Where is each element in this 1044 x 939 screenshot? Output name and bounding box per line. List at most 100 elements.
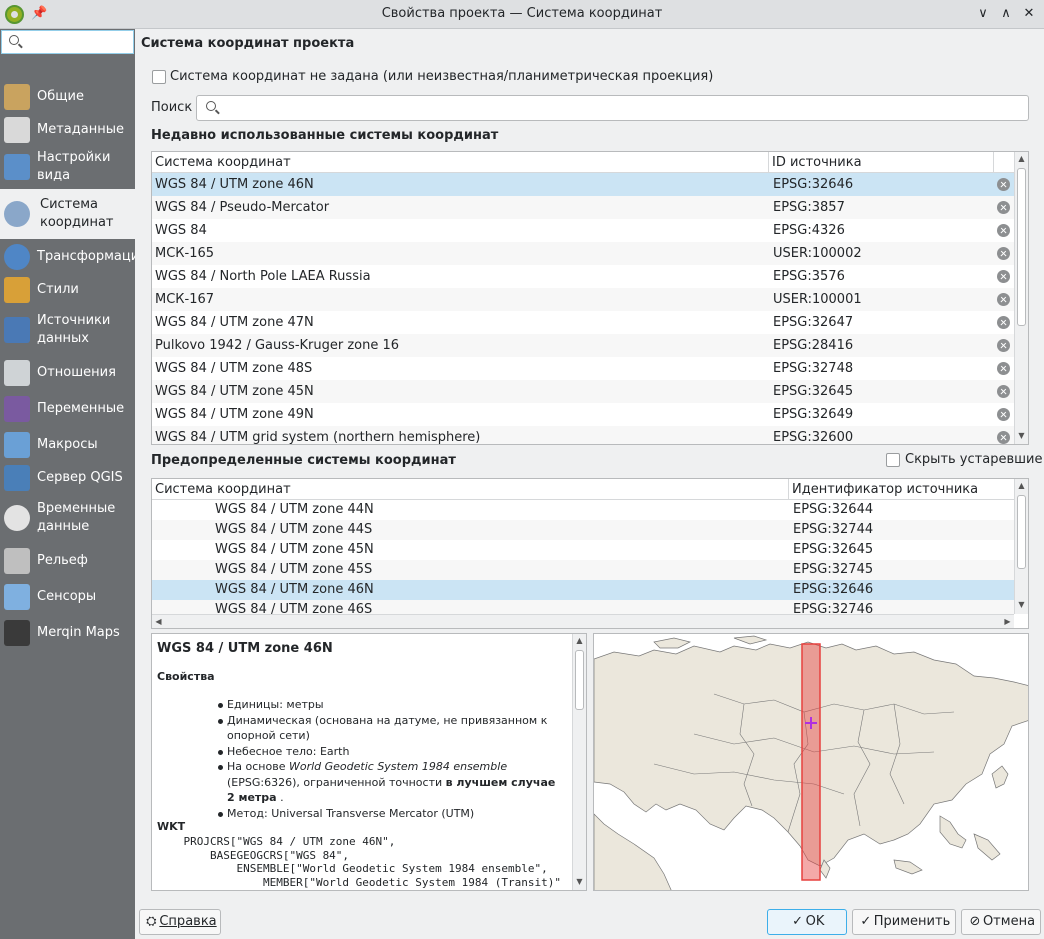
table-row[interactable]: WGS 84 / Pseudo-Mercator EPSG:3857 xyxy=(152,196,1014,219)
cancel-button[interactable]: ⊘ Отмена xyxy=(961,909,1041,935)
table-row[interactable]: WGS 84 / UTM grid system (northern hemis… xyxy=(152,426,1014,444)
details-scrollbar[interactable]: ▲ ▼ xyxy=(572,634,586,890)
sidebar-item-14[interactable]: Merqin Maps xyxy=(0,615,135,651)
apply-button[interactable]: ✓ Применить xyxy=(852,909,956,935)
search-label: Поиск xyxy=(151,100,193,115)
sidebar-item-11[interactable]: Временные данные xyxy=(0,493,135,543)
col-header-id[interactable]: ID источника xyxy=(769,152,994,173)
scroll-up-icon[interactable]: ▲ xyxy=(1015,481,1028,490)
scroll-thumb[interactable] xyxy=(575,650,584,710)
remove-icon[interactable] xyxy=(997,178,1010,191)
sidebar-item-8[interactable]: Переменные xyxy=(0,391,135,427)
remove-icon[interactable] xyxy=(997,408,1010,421)
sidebar-item-label: Трансформации xyxy=(37,249,135,264)
sidebar-search-input[interactable] xyxy=(1,30,134,54)
remove-icon[interactable] xyxy=(997,293,1010,306)
table-row[interactable]: WGS 84 / UTM zone 48S EPSG:32748 xyxy=(152,357,1014,380)
sidebar-item-label: Сервер QGIS xyxy=(37,470,123,485)
sidebar-item-10[interactable]: Сервер QGIS xyxy=(0,463,135,493)
table-row[interactable]: МСК-167 USER:100001 xyxy=(152,288,1014,311)
table-row[interactable]: WGS 84 / UTM zone 45N EPSG:32645 xyxy=(152,540,1014,560)
sidebar-item-5[interactable]: Стили xyxy=(0,275,135,305)
maximize-button[interactable]: ∧ xyxy=(996,4,1016,24)
scroll-thumb[interactable] xyxy=(1017,168,1026,326)
remove-icon[interactable] xyxy=(997,339,1010,352)
table-row[interactable]: WGS 84 / North Pole LAEA Russia EPSG:3576 xyxy=(152,265,1014,288)
crs-id-cell: EPSG:32745 xyxy=(793,562,874,577)
sidebar-item-9[interactable]: Макросы xyxy=(0,427,135,463)
scroll-down-icon[interactable]: ▼ xyxy=(1015,431,1028,440)
recent-scrollbar[interactable]: ▲ ▼ xyxy=(1014,152,1028,444)
metadata-icon xyxy=(4,117,30,143)
col-header-remove xyxy=(994,152,1014,173)
table-row[interactable]: WGS 84 / UTM zone 47N EPSG:32647 xyxy=(152,311,1014,334)
utm-zone-extent xyxy=(801,643,821,881)
crs-name-cell: WGS 84 / North Pole LAEA Russia xyxy=(155,269,371,284)
table-row[interactable]: WGS 84 / UTM zone 45S EPSG:32745 xyxy=(152,560,1014,580)
crs-extent-map[interactable] xyxy=(593,633,1029,891)
hide-deprecated-label: Скрыть устаревшие xyxy=(905,452,1043,467)
sidebar-item-13[interactable]: Сенсоры xyxy=(0,579,135,615)
sidebar-item-7[interactable]: Отношения xyxy=(0,355,135,391)
sidebar-item-4[interactable]: Трансформации xyxy=(0,239,135,275)
scroll-up-icon[interactable]: ▲ xyxy=(1015,154,1028,163)
col-header-crs[interactable]: Система координат xyxy=(152,479,789,500)
crs-name-cell: Pulkovo 1942 / Gauss-Kruger zone 16 xyxy=(155,338,400,353)
close-button[interactable]: ✕ xyxy=(1019,4,1039,24)
dynamic-text: Динамическая (основана на датуме, не при… xyxy=(227,713,548,743)
wkt-text: PROJCRS["WGS 84 / UTM zone 46N", BASEGEO… xyxy=(183,835,561,890)
globe-icon xyxy=(4,201,30,227)
table-row[interactable]: WGS 84 / UTM zone 44S EPSG:32744 xyxy=(152,520,1014,540)
remove-icon[interactable] xyxy=(997,431,1010,444)
remove-icon[interactable] xyxy=(997,247,1010,260)
crs-id-cell: EPSG:32646 xyxy=(793,582,874,597)
search-icon xyxy=(9,35,19,45)
section-title: Система координат проекта xyxy=(141,36,355,51)
hide-deprecated-checkbox[interactable] xyxy=(886,453,900,467)
help-button[interactable]: ⛭ Справка xyxy=(139,909,221,935)
sidebar-item-3[interactable]: Система координат xyxy=(0,189,135,239)
main-panel: Система координат проекта Система коорди… xyxy=(135,29,1044,903)
sidebar-item-6[interactable]: Источники данных xyxy=(0,305,135,355)
sidebar-item-12[interactable]: Рельеф xyxy=(0,543,135,579)
scroll-up-icon[interactable]: ▲ xyxy=(573,636,586,645)
table-row[interactable]: Pulkovo 1942 / Gauss-Kruger zone 16 EPSG:… xyxy=(152,334,1014,357)
remove-icon[interactable] xyxy=(997,224,1010,237)
check-icon: ✓ xyxy=(860,914,872,929)
table-row[interactable]: WGS 84 / UTM zone 45N EPSG:32645 xyxy=(152,380,1014,403)
transform-globe-icon xyxy=(4,244,30,270)
ok-button[interactable]: ✓ OK xyxy=(767,909,847,935)
predefined-hscrollbar[interactable]: ◀ ▶ xyxy=(152,614,1014,628)
minimize-button[interactable]: ∨ xyxy=(973,4,993,24)
tools-icon xyxy=(4,84,30,110)
table-row[interactable]: WGS 84 / UTM zone 46N EPSG:32646 xyxy=(152,173,1014,196)
remove-icon[interactable] xyxy=(997,316,1010,329)
sidebar-item-label: Временные данные xyxy=(37,501,116,534)
crs-id-cell: EPSG:32748 xyxy=(773,361,854,376)
sidebar-item-2[interactable]: Настройки вида xyxy=(0,145,135,189)
scroll-left-icon[interactable]: ◀ xyxy=(152,617,165,626)
no-crs-label: Система координат не задана (или неизвес… xyxy=(170,69,714,84)
remove-icon[interactable] xyxy=(997,270,1010,283)
table-row[interactable]: WGS 84 EPSG:4326 xyxy=(152,219,1014,242)
scroll-right-icon[interactable]: ▶ xyxy=(1001,617,1014,626)
table-row[interactable]: МСК-165 USER:100002 xyxy=(152,242,1014,265)
remove-icon[interactable] xyxy=(997,362,1010,375)
scroll-thumb[interactable] xyxy=(1017,495,1026,569)
celestial-text: Небесное тело: Earth xyxy=(227,744,350,758)
crs-name-cell: WGS 84 / UTM zone 46N xyxy=(215,582,374,597)
table-row[interactable]: WGS 84 / UTM zone 49N EPSG:32649 xyxy=(152,403,1014,426)
sidebar-item-1[interactable]: Метаданные xyxy=(0,115,135,145)
remove-icon[interactable] xyxy=(997,385,1010,398)
predefined-vscrollbar[interactable]: ▲ ▼ xyxy=(1014,479,1028,614)
remove-icon[interactable] xyxy=(997,201,1010,214)
sidebar-item-0[interactable]: Общие xyxy=(0,79,135,115)
no-crs-checkbox[interactable] xyxy=(152,70,166,84)
col-header-source-id[interactable]: Идентификатор источника xyxy=(789,479,1014,500)
table-row[interactable]: WGS 84 / UTM zone 46N EPSG:32646 xyxy=(152,580,1014,600)
scroll-down-icon[interactable]: ▼ xyxy=(1015,600,1028,609)
table-row[interactable]: WGS 84 / UTM zone 44N EPSG:32644 xyxy=(152,500,1014,520)
col-header-crs[interactable]: Система координат xyxy=(152,152,769,173)
scroll-down-icon[interactable]: ▼ xyxy=(573,877,586,886)
crs-search-input[interactable] xyxy=(196,95,1029,121)
